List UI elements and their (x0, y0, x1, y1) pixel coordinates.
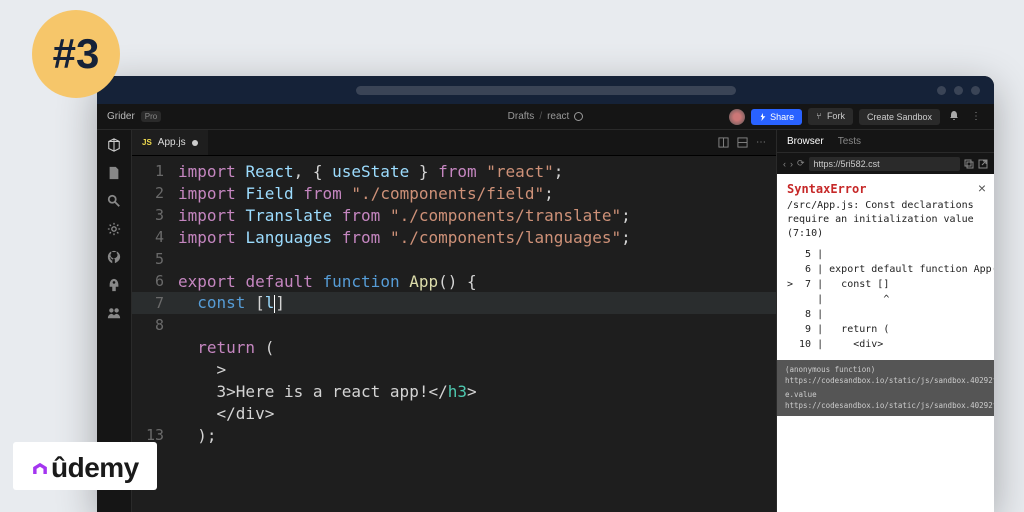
editor-tabs: JS App.js ⋯ (132, 130, 776, 156)
tab-appjs[interactable]: JS App.js (132, 130, 208, 155)
titlebar (97, 76, 994, 104)
traffic-dot[interactable] (971, 86, 980, 95)
visibility-icon[interactable] (574, 112, 583, 121)
fork-button[interactable]: ⑂ Fork (808, 108, 853, 125)
back-icon[interactable]: ‹ (783, 159, 786, 169)
browser-window: Grider Pro Drafts / react Share ⑂ Fork C… (97, 76, 994, 512)
gear-icon[interactable] (107, 222, 121, 236)
traffic-dot[interactable] (937, 86, 946, 95)
bell-icon[interactable] (946, 110, 962, 123)
sandbox-topbar: Grider Pro Drafts / react Share ⑂ Fork C… (97, 104, 994, 130)
addressbar-placeholder[interactable] (356, 86, 736, 95)
lightning-icon (759, 113, 767, 121)
search-icon[interactable] (107, 194, 121, 208)
error-codeframe: 5 | 6 | export default function App() { … (787, 247, 984, 352)
preview-panel: Browser Tests ‹ › ⟳ https://5ri582.cst ×… (776, 130, 994, 512)
line-number: 8 (132, 316, 178, 334)
layout-icon[interactable] (718, 137, 729, 148)
badge-text: #3 (53, 30, 100, 78)
window-controls (937, 86, 980, 95)
avatar[interactable] (729, 109, 745, 125)
line-number: 2 (132, 184, 178, 202)
forward-icon[interactable]: › (790, 159, 793, 169)
more-icon[interactable]: ⋮ (968, 111, 984, 122)
create-sandbox-button[interactable]: Create Sandbox (859, 109, 940, 125)
project-name[interactable]: react (547, 111, 569, 122)
error-message: /src/App.js: Const declarations require … (787, 199, 984, 241)
line-number: 3 (132, 206, 178, 224)
share-button[interactable]: Share (751, 109, 802, 125)
editor: JS App.js ⋯ 1import React, { useState } … (131, 130, 776, 512)
line-number: 7 (132, 294, 178, 312)
udemy-wordmark: ûdemy (51, 452, 139, 484)
more-icon[interactable]: ⋯ (756, 137, 766, 148)
preview-toolbar: ‹ › ⟳ https://5ri582.cst (777, 152, 994, 174)
line-number: 5 (132, 250, 178, 268)
ranking-badge: #3 (32, 10, 120, 98)
deploy-icon[interactable] (107, 278, 121, 292)
preview-url[interactable]: https://5ri582.cst (809, 157, 960, 171)
error-stacktrace: (anonymous function) https://codesandbox… (777, 360, 994, 416)
tab-tests[interactable]: Tests (838, 136, 861, 147)
line-number: 1 (132, 162, 178, 180)
folder-label[interactable]: Drafts (508, 111, 535, 122)
js-icon: JS (142, 138, 152, 147)
refresh-icon[interactable]: ⟳ (797, 158, 805, 169)
traffic-dot[interactable] (954, 86, 963, 95)
github-icon[interactable] (107, 250, 121, 264)
udemy-logo: ûdemy (13, 442, 157, 490)
line-number: 4 (132, 228, 178, 246)
author-name[interactable]: Grider (107, 111, 135, 122)
open-icon[interactable] (978, 159, 988, 169)
pro-badge: Pro (141, 111, 161, 122)
copy-icon[interactable] (964, 159, 974, 169)
close-icon[interactable]: × (978, 180, 986, 196)
file-icon[interactable] (107, 166, 121, 180)
preview-tabs: Browser Tests (777, 130, 994, 152)
error-title: SyntaxError (787, 182, 984, 196)
code-content[interactable]: 1import React, { useState } from "react"… (132, 156, 776, 512)
sandbox-icon[interactable] (107, 138, 121, 152)
line-number: 6 (132, 272, 178, 290)
live-icon[interactable] (107, 306, 121, 320)
udemy-icon (31, 462, 49, 474)
error-overlay: × SyntaxError /src/App.js: Const declara… (777, 174, 994, 512)
tab-browser[interactable]: Browser (787, 136, 824, 147)
tab-filename: App.js (158, 137, 186, 148)
split-icon[interactable] (737, 137, 748, 148)
dirty-indicator (192, 140, 198, 146)
